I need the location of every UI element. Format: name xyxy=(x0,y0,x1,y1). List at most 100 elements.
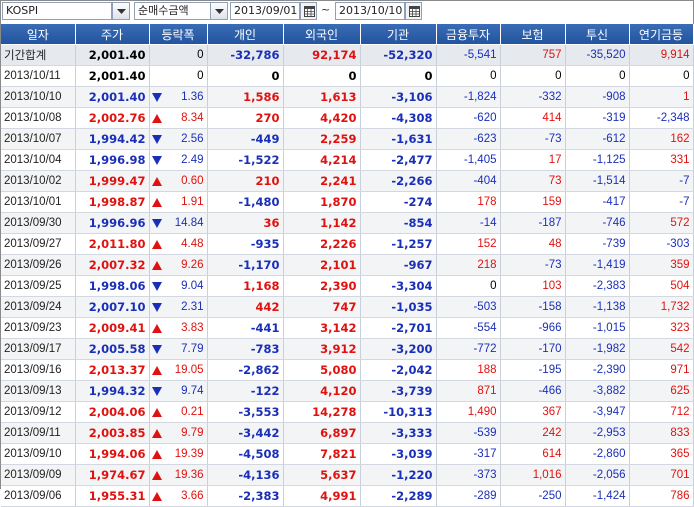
table-row[interactable]: 2013/09/11 2,003.85 9.79 -3,442 6,897 -3,333-… xyxy=(1,422,694,444)
table-row[interactable]: 2013/09/24 2,007.10 2.31 442 747 -1,035 -503 -1… xyxy=(1,296,694,318)
date-to-input[interactable]: 2013/10/10 xyxy=(335,2,405,20)
cell-insurance: -332 xyxy=(500,86,566,108)
cell-institution: -1,631 xyxy=(360,128,437,150)
date-from-calendar-button[interactable] xyxy=(300,2,317,20)
cell-change: 2.49 xyxy=(149,149,208,171)
cell-individual: -783 xyxy=(207,338,284,360)
type-dropdown-button[interactable] xyxy=(210,2,228,20)
table-row[interactable]: 2013/09/12 2,004.06 0.21 -3,553 14,278 -10,31… xyxy=(1,401,694,423)
cell-trust: -1,138 xyxy=(565,296,630,318)
chevron-down-icon xyxy=(117,9,126,14)
change-value: 8.34 xyxy=(181,112,204,124)
cell-institution: -2,477 xyxy=(360,149,437,171)
cell-trust: -2,953 xyxy=(565,422,630,444)
cell-trust: -746 xyxy=(565,212,630,234)
column-header[interactable]: 투신 xyxy=(565,24,630,45)
cell-institution: -2,266 xyxy=(360,170,437,192)
table-row[interactable]: 2013/09/27 2,011.80 4.48 -935 2,226 -1,257 152… xyxy=(1,233,694,255)
cell-date: 2013/10/01 xyxy=(1,191,76,213)
cell-change: 1.91 xyxy=(149,191,208,213)
cell-date: 2013/10/04 xyxy=(1,149,76,171)
cell-insurance: 242 xyxy=(500,422,566,444)
cell-insurance: -73 xyxy=(500,128,566,150)
type-select[interactable]: 순매수금액 xyxy=(134,2,212,20)
cell-fin-invest: -503 xyxy=(436,296,501,318)
change-value: 1.91 xyxy=(181,196,204,208)
date-from-input[interactable]: 2013/09/01 xyxy=(230,2,300,20)
table-row[interactable]: 2013/10/07 1,994.42 2.56 -449 2,259 -1,631 -62… xyxy=(1,128,694,150)
cell-individual: -1,522 xyxy=(207,149,284,171)
table-row[interactable]: 2013/10/01 1,998.87 1.91 -1,480 1,870 -274 178… xyxy=(1,191,694,213)
cell-price: 2,001.40 xyxy=(75,65,150,87)
cell-price: 1,996.96 xyxy=(75,212,150,234)
cell-insurance: 159 xyxy=(500,191,566,213)
table-row[interactable]: 2013/10/02 1,999.47 0.60 210 2,241 -2,266 -404… xyxy=(1,170,694,192)
column-header[interactable]: 일자 xyxy=(1,24,76,45)
change-value: 2.56 xyxy=(181,133,204,145)
market-dropdown-button[interactable] xyxy=(112,2,130,20)
cell-insurance: 414 xyxy=(500,107,566,129)
table-row[interactable]: 2013/09/17 2,005.58 7.79 -783 3,912 -3,200 -77… xyxy=(1,338,694,360)
cell-date: 2013/09/12 xyxy=(1,401,76,423)
cell-price: 1,994.42 xyxy=(75,128,150,150)
change-value: 7.79 xyxy=(181,343,204,355)
cell-trust: 0 xyxy=(565,65,630,87)
cell-individual: -3,553 xyxy=(207,401,284,423)
column-header[interactable]: 주가 xyxy=(75,24,150,45)
cell-price: 2,011.80 xyxy=(75,233,150,255)
table-row[interactable]: 2013/09/16 2,013.37 19.05 -2,862 5,080 -2,042… xyxy=(1,359,694,381)
table-row[interactable]: 2013/09/26 2,007.32 9.26 -1,170 2,101 -967 218… xyxy=(1,254,694,276)
down-arrow-icon xyxy=(151,156,162,165)
investor-trading-table: 일자 주가 등락폭 개인 외국인 기관 금융투자 보험 투신 연기금등 기간합계 2,001.40 0… xyxy=(1,24,694,507)
cell-price: 2,003.85 xyxy=(75,422,150,444)
column-header[interactable]: 등락폭 xyxy=(149,24,208,45)
table-row[interactable]: 2013/09/25 1,998.06 9.04 1,168 2,390 -3,304 0 1… xyxy=(1,275,694,297)
date-to-calendar-button[interactable] xyxy=(405,2,422,20)
cell-individual: -4,508 xyxy=(207,443,284,465)
calendar-icon xyxy=(409,6,420,17)
cell-insurance: -73 xyxy=(500,254,566,276)
cell-fin-invest: -623 xyxy=(436,128,501,150)
market-select[interactable]: KOSPI xyxy=(2,2,112,20)
cell-foreign: 1,613 xyxy=(283,86,361,108)
table-row[interactable]: 2013/09/30 1,996.96 14.84 36 1,142 -854 -14 -18… xyxy=(1,212,694,234)
cell-pension: 1,732 xyxy=(629,296,694,318)
cell-pension: -7 xyxy=(629,191,694,213)
cell-fin-invest: -772 xyxy=(436,338,501,360)
cell-date: 2013/10/10 xyxy=(1,86,76,108)
change-value: 2.31 xyxy=(181,301,204,313)
table-row[interactable]: 2013/09/23 2,009.41 3.83 -441 3,142 -2,701 -55… xyxy=(1,317,694,339)
table-row[interactable]: 2013/09/13 1,994.32 9.74 -122 4,120 -3,739 871… xyxy=(1,380,694,402)
table-row[interactable]: 2013/09/10 1,994.06 19.39 -4,508 7,821 -3,039… xyxy=(1,443,694,465)
cell-institution: -1,220 xyxy=(360,464,437,486)
cell-institution: -967 xyxy=(360,254,437,276)
cell-fin-invest: -620 xyxy=(436,107,501,129)
table-row[interactable]: 2013/10/11 2,001.40 0 0 0 0 0 0 0 0 xyxy=(1,65,694,87)
cell-date: 2013/09/16 xyxy=(1,359,76,381)
column-header[interactable]: 개인 xyxy=(207,24,284,45)
cell-trust: -2,056 xyxy=(565,464,630,486)
cell-foreign: 14,278 xyxy=(283,401,361,423)
cell-institution: -1,035 xyxy=(360,296,437,318)
summary-row[interactable]: 기간합계 2,001.40 0 -32,786 92,174 -52,320 -5,541 7… xyxy=(1,44,694,66)
column-header[interactable]: 금융투자 xyxy=(436,24,501,45)
table-row[interactable]: 2013/10/08 2,002.76 8.34 270 4,420 -4,308 -620… xyxy=(1,107,694,129)
cell-pension: 331 xyxy=(629,149,694,171)
cell-date: 2013/09/17 xyxy=(1,338,76,360)
column-header[interactable]: 외국인 xyxy=(283,24,361,45)
cell-price: 2,001.40 xyxy=(75,86,150,108)
cell-institution: -3,739 xyxy=(360,380,437,402)
cell-change: 2.31 xyxy=(149,296,208,318)
cell-trust: -612 xyxy=(565,128,630,150)
table-header-row: 일자 주가 등락폭 개인 외국인 기관 금융투자 보험 투신 연기금등 xyxy=(1,24,694,45)
table-row[interactable]: 2013/09/09 1,974.67 19.36 -4,136 5,637 -1,220… xyxy=(1,464,694,486)
cell-change: 4.48 xyxy=(149,233,208,255)
cell-price: 2,001.40 xyxy=(75,44,150,66)
column-header[interactable]: 기관 xyxy=(360,24,437,45)
table-row[interactable]: 2013/10/10 2,001.40 1.36 1,586 1,613 -3,106 -1… xyxy=(1,86,694,108)
table-row[interactable]: 2013/10/04 1,996.98 2.49 -1,522 4,214 -2,477-… xyxy=(1,149,694,171)
cell-change: 2.56 xyxy=(149,128,208,150)
cell-fin-invest: 188 xyxy=(436,359,501,381)
column-header[interactable]: 보험 xyxy=(500,24,566,45)
column-header[interactable]: 연기금등 xyxy=(629,24,694,45)
